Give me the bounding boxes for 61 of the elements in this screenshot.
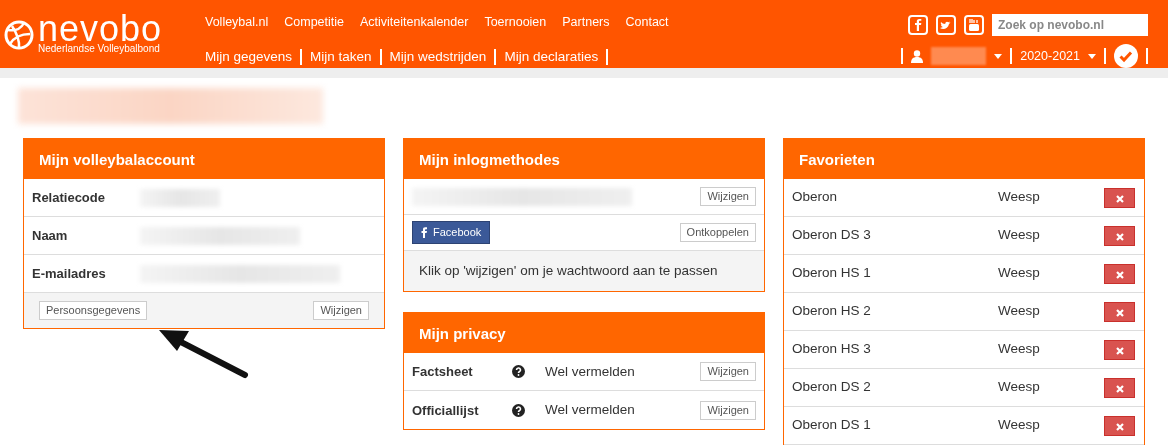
close-icon [1115, 422, 1124, 431]
search-field[interactable]: Zoek op nevobo.nl [992, 14, 1148, 36]
facebook-icon[interactable] [908, 15, 928, 35]
caret-icon[interactable] [994, 53, 1003, 59]
team-location: Weesp [998, 416, 1040, 435]
remove-button[interactable] [1104, 225, 1135, 246]
team-name[interactable]: Oberon HS 2 [792, 301, 998, 322]
login-button[interactable]: Ontkoppelen [679, 223, 756, 242]
remove-button[interactable] [1104, 415, 1135, 436]
privacy-value: Wel vermelden [545, 401, 635, 420]
team-name[interactable]: Oberon HS 1 [792, 263, 998, 284]
panel-title: Mijn privacy [404, 313, 764, 354]
redacted-username [931, 47, 987, 65]
help-text: Klik op 'wijzigen' om je wachtwoord aan te passen [419, 263, 718, 278]
team-name[interactable]: Oberon HS 3 [792, 339, 998, 360]
remove-button[interactable] [1104, 339, 1135, 360]
user-icon [911, 49, 924, 63]
field-label: Naam [32, 226, 69, 245]
panel-title: Favorieten [784, 139, 1144, 179]
account-button[interactable]: Persoonsgegevens [39, 301, 148, 320]
remove-button[interactable] [1104, 263, 1135, 284]
logo-tagline: Nederlandse Volleybalbond [38, 44, 161, 54]
help-icon[interactable] [512, 403, 525, 417]
volleyball-icon [4, 20, 34, 50]
youtube-icon[interactable] [964, 15, 984, 35]
field-label: Factsheet [412, 363, 474, 381]
team-location: Weesp [998, 340, 1040, 359]
close-icon [1115, 270, 1124, 279]
team-name[interactable]: Oberon DS 3 [792, 225, 998, 246]
panel-title: Mijn volleybalaccount [24, 139, 384, 179]
caret-icon[interactable] [1088, 53, 1096, 59]
close-icon [1115, 194, 1124, 203]
team-name[interactable]: Oberon [792, 187, 998, 208]
close-icon [1115, 384, 1124, 393]
close-icon [1115, 346, 1124, 355]
login-button[interactable]: Wijzigen [700, 187, 756, 206]
team-location: Weesp [998, 226, 1040, 245]
twitter-icon[interactable] [936, 15, 956, 35]
privacy-value: Wel vermelden [545, 362, 635, 381]
remove-button[interactable] [1104, 377, 1135, 398]
account-button[interactable]: Wijzigen [313, 301, 369, 320]
field-label: Relatiecode [32, 188, 106, 207]
panel-title: Mijn inlogmethodes [404, 139, 764, 179]
remove-button[interactable] [1104, 187, 1135, 208]
field-label: Officiallijst [412, 401, 480, 420]
team-name[interactable]: Oberon DS 1 [792, 415, 998, 436]
facebook-icon [421, 227, 427, 238]
team-location: Weesp [998, 264, 1040, 283]
close-icon [1115, 308, 1124, 317]
privacy-button[interactable]: Wijzigen [700, 400, 756, 420]
team-name[interactable]: Oberon DS 2 [792, 377, 998, 398]
facebook-button[interactable]: Facebook [412, 221, 491, 244]
team-location: Weesp [998, 302, 1040, 321]
close-icon [1115, 232, 1124, 241]
field-label: E-mailadres [32, 264, 107, 283]
privacy-button[interactable]: Wijzigen [700, 362, 756, 382]
team-location: Weesp [998, 188, 1040, 207]
help-icon[interactable] [512, 365, 525, 379]
check-icon[interactable] [1114, 44, 1138, 68]
team-location: Weesp [998, 378, 1040, 397]
remove-button[interactable] [1104, 301, 1135, 322]
